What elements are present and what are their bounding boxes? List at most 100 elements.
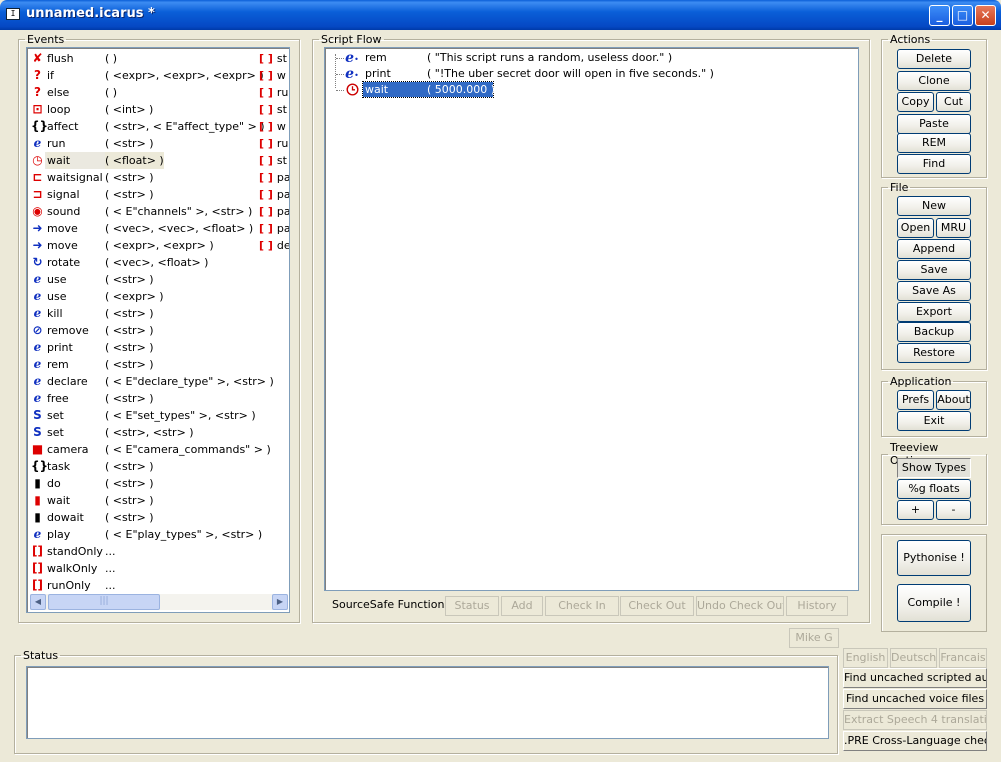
event-item[interactable]: [] runOnly...	[29, 577, 285, 594]
event-item[interactable]: e free ( <str> )	[29, 390, 285, 407]
paste-button[interactable]: Paste	[897, 114, 971, 134]
sourcesafe-status-button[interactable]: Status	[445, 596, 499, 616]
minimize-button[interactable]: _	[929, 5, 950, 26]
event-second-column-item[interactable]: [ ] w	[259, 67, 289, 84]
event-item[interactable]: [] standOnly...	[29, 543, 285, 560]
event-item[interactable]: ? else ( )	[29, 84, 285, 101]
event-second-column-item[interactable]: [ ]pa	[259, 186, 289, 203]
sourcesafe-check-in-button[interactable]: Check In	[545, 596, 619, 616]
event-second-column-item[interactable]: [ ]pa	[259, 220, 289, 237]
event-item[interactable]: ➜ move ( <vec>, <vec>, <float> )	[29, 220, 285, 237]
restore-button[interactable]: Restore	[897, 343, 971, 363]
mru-button[interactable]: MRU	[936, 218, 971, 238]
about-button[interactable]: About	[936, 390, 971, 410]
event-item[interactable]: [] walkOnly...	[29, 560, 285, 577]
save-as-button[interactable]: Save As	[897, 281, 971, 301]
event-item[interactable]: ⊏ waitsignal( <str> )	[29, 169, 285, 186]
event-item[interactable]: ⊡ loop ( <int> )	[29, 101, 285, 118]
event-second-column-item[interactable]: [ ] st	[259, 50, 289, 67]
collapse-button[interactable]: -	[936, 500, 971, 520]
event-second-column-item[interactable]: [ ]pa	[259, 203, 289, 220]
event-item[interactable]: e use ( <expr> )	[29, 288, 285, 305]
event-second-column-item[interactable]: [ ] st	[259, 152, 289, 169]
node-args: ( "This script runs a random, useless do…	[427, 51, 673, 64]
pre-cross-language-check-button[interactable]: .PRE Cross-Language check	[843, 731, 987, 751]
event-item[interactable]: ⊘ remove ( <str> )	[29, 322, 285, 339]
event-item[interactable]: ➜ move ( <expr>, <expr> )	[29, 237, 285, 254]
status-output[interactable]	[26, 666, 829, 739]
event-item[interactable]: ■ camera ( < E"camera_commands" > )	[29, 441, 285, 458]
event-item[interactable]: e declare ( < E"declare_type" >, <str> )	[29, 373, 285, 390]
app-icon[interactable]: I	[6, 8, 20, 20]
open-button[interactable]: Open	[897, 218, 934, 238]
sourcesafe-history-button[interactable]: History	[786, 596, 848, 616]
event-item[interactable]: ▮ do ( <str> )	[29, 475, 285, 492]
append-button[interactable]: Append	[897, 239, 971, 259]
find-uncached-audio-button[interactable]: Find uncached scripted audio	[843, 668, 987, 688]
event-item[interactable]: {} task ( <str> )	[29, 458, 285, 475]
event-item[interactable]: ◷ wait ( <float> )	[29, 152, 285, 169]
expand-button[interactable]: +	[897, 500, 934, 520]
event-second-column-item[interactable]: [ ] w	[259, 118, 289, 135]
event-item[interactable]: ▮ wait ( <str> )	[29, 492, 285, 509]
event-item[interactable]: e print ( <str> )	[29, 339, 285, 356]
event-item[interactable]: ✘ flush ( )	[29, 50, 285, 67]
rem-button[interactable]: REM	[897, 133, 971, 153]
event-item[interactable]: e kill ( <str> )	[29, 305, 285, 322]
event-second-column-item[interactable]: [ ]pa	[259, 169, 289, 186]
event-item[interactable]: ◉ sound ( < E"channels" >, <str> )	[29, 203, 285, 220]
event-item[interactable]: ↻ rotate ( <vec>, <float> )	[29, 254, 285, 271]
event-second-column-item[interactable]: [ ] st	[259, 101, 289, 118]
save-button[interactable]: Save	[897, 260, 971, 280]
bracket-icon: [ ]	[259, 188, 273, 201]
exit-button[interactable]: Exit	[897, 411, 971, 431]
flush-icon: ✘	[32, 51, 43, 65]
scroll-left-button[interactable]: ◀	[30, 594, 46, 610]
new-button[interactable]: New	[897, 196, 971, 216]
prefs-button[interactable]: Prefs	[897, 390, 934, 410]
scroll-right-button[interactable]: ▶	[272, 594, 288, 610]
sourcesafe-check-out-button[interactable]: Check Out	[620, 596, 694, 616]
script-flow-tree[interactable]: e• rem ( "This script runs a random, usele…	[324, 47, 859, 591]
deutsch-button[interactable]: Deutsch	[890, 648, 937, 668]
close-button[interactable]: ✕	[975, 5, 996, 26]
event-item[interactable]: ? if ( <expr>, <expr>, <expr> )	[29, 67, 285, 84]
event-item[interactable]: ⊐ signal ( <str> )	[29, 186, 285, 203]
event-item[interactable]: Sset ( < E"set_types" >, <str> )	[29, 407, 285, 424]
event-item[interactable]: e run ( <str> )	[29, 135, 285, 152]
english-button[interactable]: English	[843, 648, 888, 668]
sourcesafe-undo-check-out-button[interactable]: Undo Check Out	[696, 596, 784, 616]
find-uncached-voice-button[interactable]: Find uncached voice files	[843, 689, 987, 709]
event-name: do	[47, 477, 61, 490]
sourcesafe-add-button[interactable]: Add	[501, 596, 543, 616]
event-second-column-item[interactable]: [ ] ru	[259, 84, 289, 101]
event-item[interactable]: e play ( < E"play_types" >, <str> )	[29, 526, 285, 543]
event-second-column-item[interactable]: [ ] ru	[259, 135, 289, 152]
copy-button[interactable]: Copy	[897, 92, 934, 112]
event-item[interactable]: e use ( <str> )	[29, 271, 285, 288]
user-button[interactable]: Mike G	[789, 628, 839, 648]
events-horizontal-scrollbar[interactable]: ◀ ||| ▶	[30, 594, 288, 610]
backup-button[interactable]: Backup	[897, 322, 971, 342]
delete-button[interactable]: Delete	[897, 49, 971, 69]
event-item[interactable]: ▮ dowait ( <str> )	[29, 509, 285, 526]
scroll-thumb[interactable]: |||	[48, 594, 160, 610]
event-item[interactable]: e rem ( <str> )	[29, 356, 285, 373]
g-floats-toggle[interactable]: %g floats	[897, 479, 971, 499]
show-types-toggle[interactable]: Show Types	[897, 458, 971, 478]
event-item[interactable]: Sset ( <str>, <str> )	[29, 424, 285, 441]
title-bar[interactable]: I unnamed.icarus * _ □ ✕	[0, 0, 1001, 30]
find-button[interactable]: Find	[897, 154, 971, 174]
event-item[interactable]: {} affect ( <str>, < E"affect_type" > )	[29, 118, 285, 135]
extract-speech-button[interactable]: Extract Speech 4 translation	[843, 710, 987, 730]
event-args: ( < E"channels" >, <str> )	[105, 205, 253, 218]
event-second-column-item[interactable]: [ ]de	[259, 237, 289, 254]
export-button[interactable]: Export	[897, 302, 971, 322]
maximize-button[interactable]: □	[952, 5, 973, 26]
francais-button[interactable]: Francais	[939, 648, 987, 668]
pythonise-button[interactable]: Pythonise !	[897, 540, 971, 576]
cut-button[interactable]: Cut	[936, 92, 971, 112]
events-list[interactable]: ◀ ||| ▶ ✘ flush ( )? if ( <expr>, <expr>, <e…	[26, 47, 290, 613]
compile-button[interactable]: Compile !	[897, 584, 971, 622]
clone-button[interactable]: Clone	[897, 71, 971, 91]
